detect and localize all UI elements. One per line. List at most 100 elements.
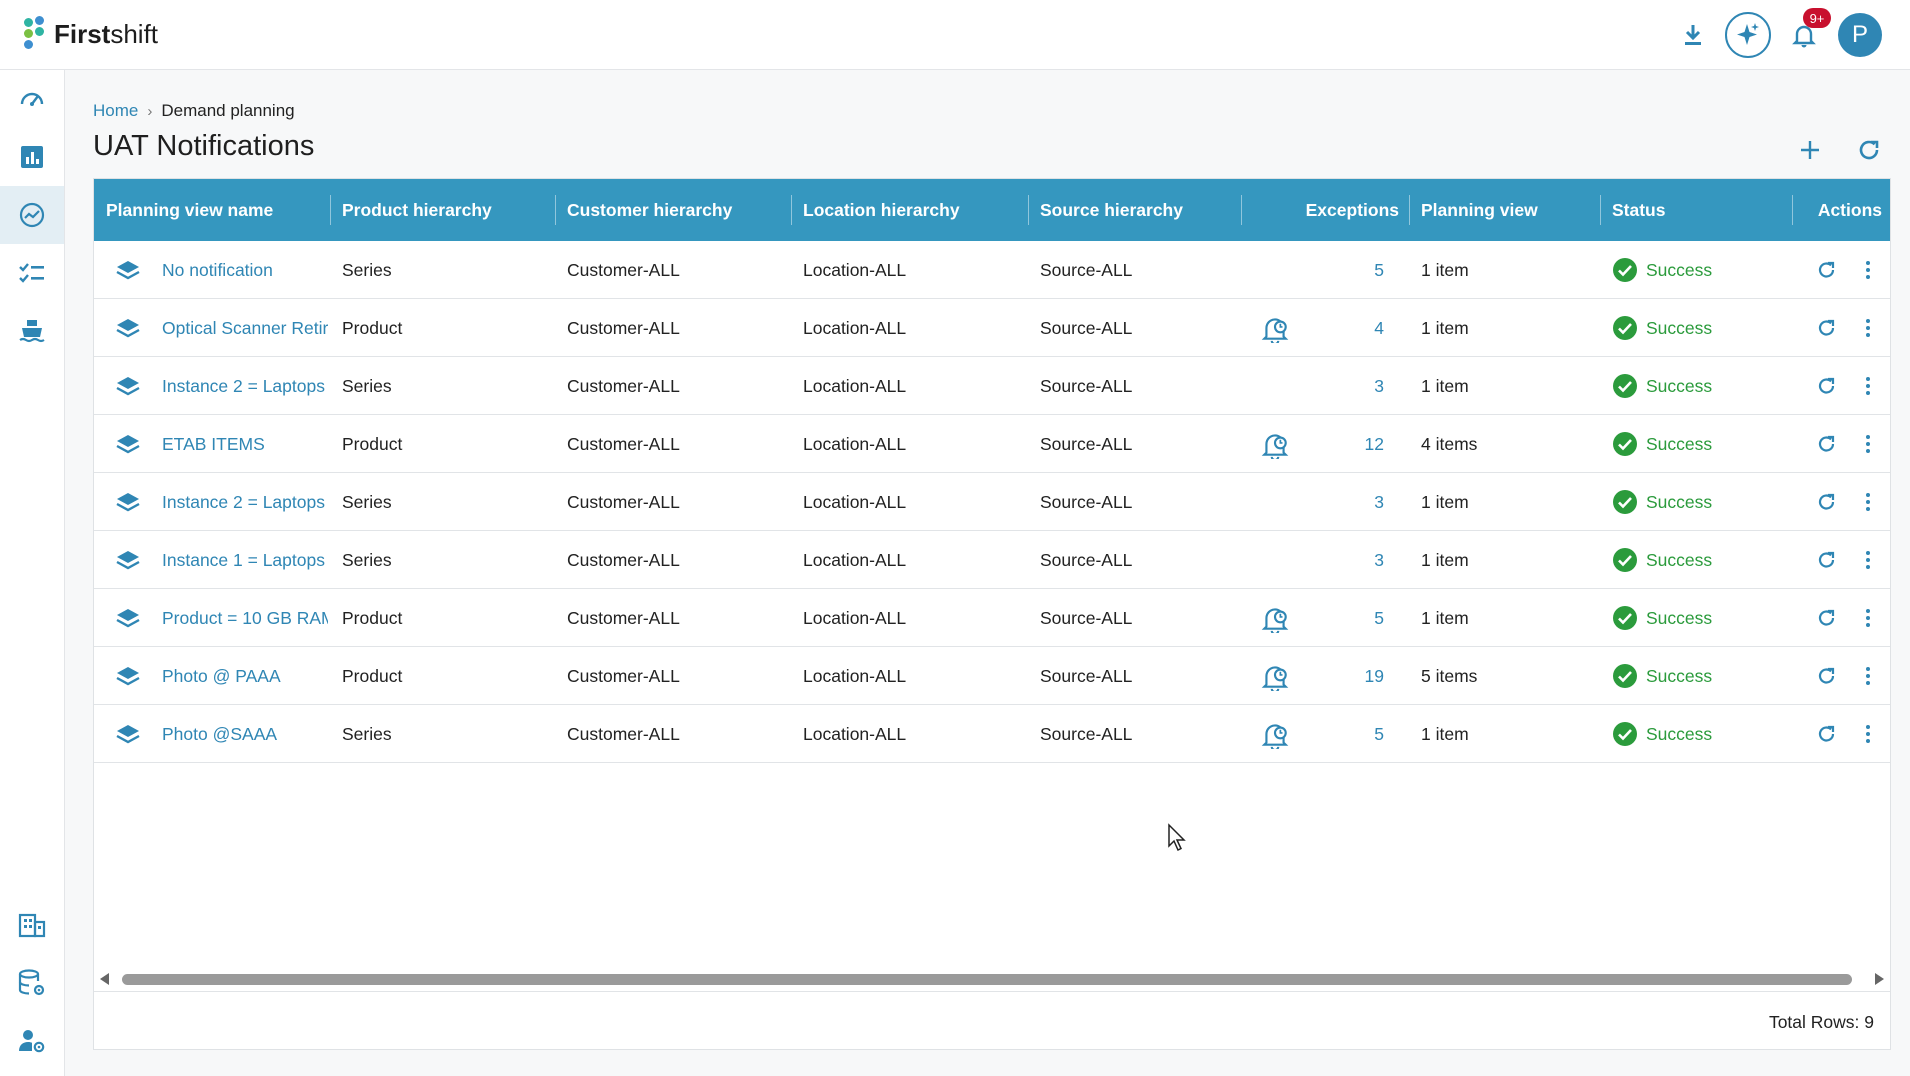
column-header-source[interactable]: Source hierarchy xyxy=(1040,179,1240,241)
product-hierarchy-cell: Series xyxy=(342,491,392,512)
location-hierarchy-cell: Location-ALL xyxy=(803,549,907,570)
download-button[interactable] xyxy=(1370,20,1400,50)
exceptions-count-link[interactable]: 4 xyxy=(1324,299,1384,357)
alert-cell[interactable] xyxy=(1259,705,1295,763)
exceptions-count-link[interactable]: 3 xyxy=(1324,473,1384,531)
column-header-status[interactable]: Status xyxy=(1612,179,1792,241)
row-refresh-button[interactable] xyxy=(1816,589,1842,647)
sidebar-item-supply[interactable] xyxy=(0,302,64,360)
location-hierarchy-cell: Location-ALL xyxy=(803,375,907,396)
alert-cell[interactable] xyxy=(1259,415,1295,473)
trend-chart-icon xyxy=(19,202,45,228)
column-header-location[interactable]: Location hierarchy xyxy=(803,179,1023,241)
refresh-icon xyxy=(1818,551,1835,568)
table-footer: Total Rows: 9 xyxy=(94,991,1890,1049)
row-more-button[interactable] xyxy=(1864,357,1880,415)
row-more-button[interactable] xyxy=(1864,647,1880,705)
row-more-button[interactable] xyxy=(1864,473,1880,531)
add-button[interactable] xyxy=(1794,134,1826,166)
exceptions-count-link[interactable]: 3 xyxy=(1324,357,1384,415)
planning-view-name-link[interactable]: Product = 10 GB RAM xyxy=(162,589,328,647)
alert-cell[interactable] xyxy=(1259,589,1295,647)
scrollbar-thumb[interactable] xyxy=(122,974,1852,985)
row-more-button[interactable] xyxy=(1864,531,1880,589)
success-check-icon xyxy=(1613,432,1637,456)
row-refresh-button[interactable] xyxy=(1816,531,1842,589)
row-refresh-button[interactable] xyxy=(1816,299,1842,357)
customer-hierarchy-cell: Customer-ALL xyxy=(567,607,680,628)
table-row: Instance 1 = Laptops Series Customer-ALL Lo… xyxy=(94,531,1890,589)
sidebar-item-tasks[interactable] xyxy=(0,244,64,302)
row-refresh-button[interactable] xyxy=(1816,241,1842,299)
user-settings-icon xyxy=(19,1030,45,1053)
refresh-icon xyxy=(1818,667,1835,684)
success-check-icon xyxy=(1613,258,1637,282)
refresh-button[interactable] xyxy=(1853,134,1885,166)
logo-mark-icon xyxy=(22,14,50,54)
status-label: Success xyxy=(1646,433,1713,454)
sidebar-item-analytics[interactable] xyxy=(0,128,64,186)
column-header-planning-view[interactable]: Planning view xyxy=(1421,179,1601,241)
status-badge: Success xyxy=(1612,357,1772,415)
planning-view-name-link[interactable]: Instance 2 = Laptops xyxy=(162,473,328,531)
row-refresh-button[interactable] xyxy=(1816,357,1842,415)
scroll-left-icon[interactable] xyxy=(100,973,110,985)
sidebar-item-organization[interactable] xyxy=(0,896,64,954)
planning-view-cell: 4 items xyxy=(1421,433,1478,454)
sidebar-item-demand-planning[interactable] xyxy=(0,186,64,244)
row-type-cell xyxy=(116,241,148,299)
planning-view-cell: 1 item xyxy=(1421,549,1469,570)
exceptions-count-link[interactable]: 5 xyxy=(1324,705,1384,763)
app-logo[interactable]: Firstshift xyxy=(22,14,158,54)
row-refresh-button[interactable] xyxy=(1816,705,1842,763)
customer-hierarchy-cell: Customer-ALL xyxy=(567,665,680,686)
row-more-button[interactable] xyxy=(1864,241,1880,299)
planning-view-name-link[interactable]: Optical Scanner Retir xyxy=(162,299,328,357)
sidebar-item-dashboard[interactable] xyxy=(0,70,64,128)
exceptions-count-link[interactable]: 3 xyxy=(1324,531,1384,589)
column-header-customer[interactable]: Customer hierarchy xyxy=(567,179,787,241)
row-type-cell xyxy=(116,531,148,589)
column-header-product[interactable]: Product hierarchy xyxy=(342,179,542,241)
download-button[interactable] xyxy=(1678,19,1708,51)
scroll-right-icon[interactable] xyxy=(1874,973,1884,985)
download-icon xyxy=(1685,25,1701,45)
status-label: Success xyxy=(1646,607,1713,628)
source-hierarchy-cell: Source-ALL xyxy=(1040,317,1133,338)
row-refresh-button[interactable] xyxy=(1816,473,1842,531)
planning-view-name-link[interactable]: Photo @ PAAA xyxy=(162,647,328,705)
sidebar-item-data-settings[interactable] xyxy=(0,954,64,1012)
column-header-name[interactable]: Planning view name xyxy=(106,179,326,241)
exceptions-count-link[interactable]: 5 xyxy=(1324,589,1384,647)
source-hierarchy-cell: Source-ALL xyxy=(1040,491,1133,512)
layers-icon xyxy=(116,377,140,396)
column-header-exceptions[interactable]: Exceptions xyxy=(1244,179,1399,241)
row-more-button[interactable] xyxy=(1864,299,1880,357)
ai-assistant-button[interactable] xyxy=(1725,12,1771,58)
planning-view-name-link[interactable]: ETAB ITEMS xyxy=(162,415,328,473)
planning-view-name-link[interactable]: Instance 2 = Laptops xyxy=(162,357,328,415)
breadcrumb-home-link[interactable]: Home xyxy=(93,101,138,121)
exceptions-count-link[interactable]: 19 xyxy=(1324,647,1384,705)
horizontal-scrollbar[interactable] xyxy=(94,967,1890,991)
status-label: Success xyxy=(1646,317,1713,338)
alert-bell-icon xyxy=(1261,666,1289,691)
row-more-button[interactable] xyxy=(1864,705,1880,763)
planning-view-name-link[interactable]: Instance 1 = Laptops xyxy=(162,531,328,589)
alert-cell[interactable] xyxy=(1259,647,1295,705)
bar-chart-icon xyxy=(21,146,43,168)
exceptions-count-link[interactable]: 12 xyxy=(1324,415,1384,473)
source-hierarchy-cell: Source-ALL xyxy=(1040,259,1133,280)
row-refresh-button[interactable] xyxy=(1816,415,1842,473)
row-more-button[interactable] xyxy=(1864,415,1880,473)
exceptions-count-link[interactable]: 5 xyxy=(1324,241,1384,299)
layers-icon xyxy=(116,493,140,512)
alert-cell[interactable] xyxy=(1259,299,1295,357)
product-hierarchy-cell: Product xyxy=(342,433,403,454)
planning-view-name-link[interactable]: Photo @SAAA xyxy=(162,705,328,763)
row-refresh-button[interactable] xyxy=(1816,647,1842,705)
avatar[interactable]: P xyxy=(1838,13,1882,57)
sidebar-item-user-settings[interactable] xyxy=(0,1012,64,1070)
planning-view-name-link[interactable]: No notification xyxy=(162,241,328,299)
row-more-button[interactable] xyxy=(1864,589,1880,647)
